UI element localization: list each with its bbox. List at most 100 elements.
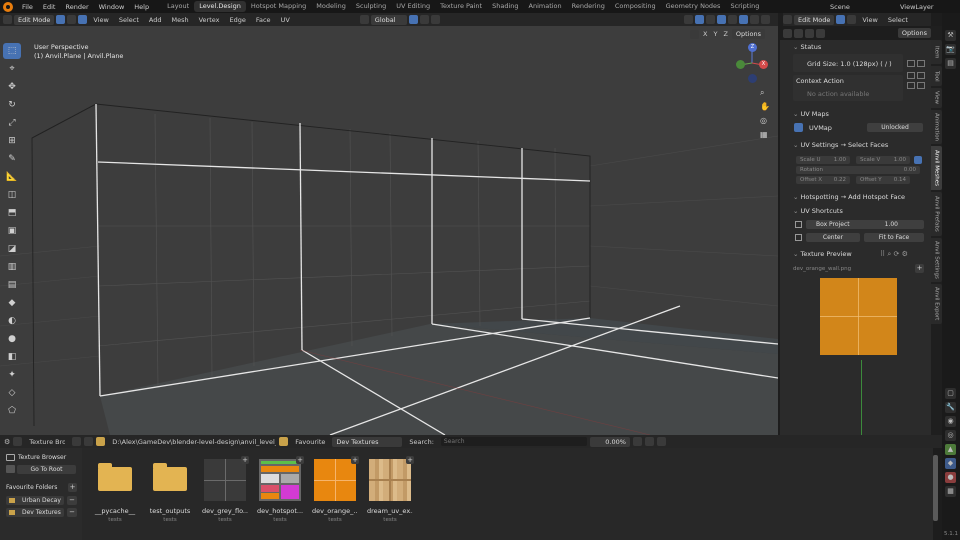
workspace-tab-rendering[interactable]: Rendering	[567, 1, 610, 12]
edge-slide-tool-icon[interactable]: ◧	[3, 349, 21, 365]
mode-selector[interactable]: Edit Mode	[14, 14, 55, 25]
zoom-icon[interactable]: ⌕	[760, 88, 772, 102]
menu-vertex[interactable]: Vertex	[195, 16, 224, 24]
poly-build-tool-icon[interactable]: ◆	[3, 295, 21, 311]
sidebar-tab-anvil-settings[interactable]: Anvil Settings	[931, 238, 942, 282]
move-tool-icon[interactable]: ✥	[3, 79, 21, 95]
vertex-select-icon[interactable]	[56, 15, 66, 24]
pivot-icon[interactable]	[359, 15, 369, 24]
constraint-properties-icon[interactable]: ▲	[945, 444, 956, 455]
zoom-field[interactable]: 0.00%	[589, 436, 630, 447]
box-project-button[interactable]: Box Project 1.00	[806, 220, 924, 229]
measure-tool-icon[interactable]: 📐	[3, 169, 21, 185]
uv-map-name[interactable]: UVMap	[809, 124, 832, 132]
menu-help[interactable]: Help	[129, 3, 154, 11]
add-texture-icon[interactable]: +	[296, 456, 304, 464]
grid-increase-icon[interactable]	[917, 60, 925, 67]
data-properties-icon[interactable]: ◆	[945, 458, 956, 469]
preview-tools-icon[interactable]: ⠿ ⌕ ⟳ ⚙	[880, 250, 908, 259]
rotate-tool-icon[interactable]: ↻	[3, 97, 21, 113]
snap-target-icon[interactable]	[419, 15, 429, 24]
add-cube-tool-icon[interactable]: ◫	[3, 187, 21, 203]
spin-tool-icon[interactable]: ◐	[3, 313, 21, 329]
file-item[interactable]: + dev_grey_flo... tests	[202, 456, 249, 523]
preview-add-icon[interactable]: +	[915, 264, 924, 273]
shading-material-icon[interactable]	[750, 15, 759, 24]
workspace-tab-level-design[interactable]: Level.Design	[194, 1, 246, 12]
navigation-gizmo[interactable]: Z X	[734, 43, 770, 83]
uv-map-lock-button[interactable]: Unlocked	[867, 123, 923, 132]
mirror-icon[interactable]	[690, 29, 699, 39]
gizmo-toggle-icon[interactable]	[695, 15, 704, 24]
file-browser-scrollbar[interactable]	[933, 455, 938, 521]
output-properties-icon[interactable]: ▤	[945, 58, 956, 69]
file-item[interactable]: __pycache__ tests	[92, 459, 138, 523]
snap-icon[interactable]	[408, 15, 418, 24]
uv-settings-section-header[interactable]: UV Settings → Select Faces	[793, 141, 889, 149]
knife-tool-icon[interactable]: ▤	[3, 277, 21, 293]
grid-cell-3-icon[interactable]	[907, 82, 915, 89]
sidebar-tab-view[interactable]: View	[931, 88, 942, 108]
sidebar-tab-animation[interactable]: Animation	[931, 110, 942, 144]
nav-back-icon[interactable]	[72, 437, 82, 446]
uv-maps-section-header[interactable]: UV Maps	[793, 110, 829, 118]
search-input[interactable]	[440, 437, 587, 446]
pan-hand-icon[interactable]: ✋	[760, 102, 772, 116]
side-tool-3-icon[interactable]	[816, 28, 825, 38]
blender-logo-icon[interactable]	[3, 1, 13, 12]
workspace-tab-sculpting[interactable]: Sculpting	[351, 1, 391, 12]
menu-view[interactable]: View	[89, 16, 112, 24]
transform-tool-icon[interactable]: ⊞	[3, 133, 21, 149]
grid-cell-4-icon[interactable]	[917, 82, 925, 89]
uv-shortcuts-section-header[interactable]: UV Shortcuts	[793, 207, 843, 215]
add-texture-icon[interactable]: +	[351, 456, 359, 464]
grid-decrease-icon[interactable]	[907, 60, 915, 67]
shear-tool-icon[interactable]: ◇	[3, 385, 21, 401]
menu-select[interactable]: Select	[115, 16, 143, 24]
workspace-tab-shading[interactable]: Shading	[487, 1, 523, 12]
viewport-options-button[interactable]: Options	[731, 29, 765, 39]
gizmo-x-icon[interactable]: X	[759, 60, 768, 69]
side-tool-1-icon[interactable]	[794, 28, 803, 38]
side-menu-select[interactable]: Select	[884, 16, 912, 24]
menu-file[interactable]: File	[17, 3, 38, 11]
offset-y-field[interactable]: Offset Y 0.14	[856, 176, 910, 184]
shading-rendered-icon[interactable]	[761, 15, 770, 24]
texture-properties-icon[interactable]: ▦	[945, 486, 956, 497]
rotation-field[interactable]: Rotation 0.00	[796, 166, 920, 174]
file-item[interactable]: + dev_orange_... tests	[312, 456, 359, 523]
editor-type-icon[interactable]	[3, 15, 12, 24]
visibility-icon[interactable]	[684, 15, 693, 24]
3d-viewport[interactable]	[0, 26, 778, 435]
file-item[interactable]: + dev_hotspot... tests	[257, 456, 304, 523]
menu-edit[interactable]: Edit	[38, 3, 61, 11]
gizmo-z-icon[interactable]: Z	[748, 43, 757, 52]
file-browser-editor-icon[interactable]	[13, 437, 23, 446]
file-browser-editor-label[interactable]: Texture Bro...	[25, 438, 65, 446]
side-edge-select-icon[interactable]	[847, 15, 857, 24]
workspace-tab-hotspot-mapping[interactable]: Hotspot Mapping	[246, 1, 311, 12]
object-properties-icon[interactable]: ▢	[945, 388, 956, 399]
axis-y[interactable]: Y	[711, 30, 719, 38]
face-select-icon[interactable]	[78, 15, 88, 24]
scene-selector[interactable]: Scene	[826, 3, 896, 11]
side-tool-2-icon[interactable]	[805, 28, 814, 38]
scale-tool-icon[interactable]: ⤢	[3, 115, 21, 131]
tool-properties-icon[interactable]: ⚒	[945, 30, 956, 41]
workspace-tab-texture-paint[interactable]: Texture Paint	[435, 1, 487, 12]
xray-icon[interactable]	[717, 15, 726, 24]
view-grid-icon[interactable]	[644, 437, 654, 446]
workspace-tab-uv-editing[interactable]: UV Editing	[391, 1, 435, 12]
overlay-icon[interactable]	[706, 15, 715, 24]
workspace-tab-modeling[interactable]: Modeling	[311, 1, 351, 12]
camera-view-icon[interactable]: ◎	[760, 116, 772, 130]
favourite-selector[interactable]: Dev Textures	[332, 436, 403, 447]
remove-urban-decay-icon[interactable]: −	[67, 496, 77, 505]
add-texture-icon[interactable]: +	[241, 456, 249, 464]
center-button[interactable]: Center	[806, 233, 860, 242]
axis-z[interactable]: Z	[721, 30, 729, 38]
shading-solid-icon[interactable]	[739, 15, 748, 24]
gizmo-y-icon[interactable]	[736, 60, 745, 69]
axis-x[interactable]: X	[701, 30, 709, 38]
texture-preview-section-header[interactable]: Texture Preview	[793, 250, 852, 258]
